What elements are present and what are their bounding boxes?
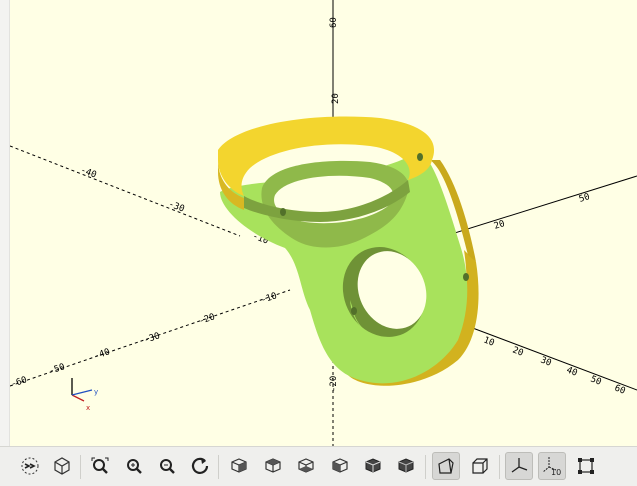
perspective-button[interactable]: [432, 452, 460, 480]
view-right-icon: [231, 458, 247, 473]
r-label-10: 10: [482, 335, 496, 348]
x-label-neg-30: -30: [167, 199, 186, 214]
perspective-icon: [438, 458, 454, 474]
y-label-20: 20: [493, 219, 506, 232]
y-label-neg-10: -10: [260, 291, 279, 306]
y-label-neg-40: -40: [93, 347, 112, 362]
x-label-neg-40: -40: [79, 165, 98, 180]
view-all-button[interactable]: [86, 452, 114, 480]
view-right-button[interactable]: [225, 452, 253, 480]
reset-view-button[interactable]: [186, 452, 214, 480]
editor-splitter[interactable]: [0, 0, 10, 446]
view-bottom-button[interactable]: [292, 452, 320, 480]
axes-icon: [511, 458, 528, 473]
y-label-neg-50: -50: [48, 362, 67, 377]
zoom-out-button[interactable]: [153, 452, 181, 480]
axis-gizmo: x y: [71, 378, 98, 412]
view-bottom-icon: [298, 458, 314, 473]
view-all-icon: [91, 457, 109, 474]
view-front-icon: [365, 458, 381, 473]
show-axes-button[interactable]: [505, 452, 533, 480]
edges-icon: [578, 458, 594, 474]
y-label-neg-60: -60: [10, 375, 29, 390]
mount-hole: [463, 273, 469, 281]
view-left-button[interactable]: [326, 452, 354, 480]
svg-text:y: y: [94, 388, 98, 396]
x-axis-positive: [469, 326, 637, 391]
orthogonal-button[interactable]: [466, 452, 494, 480]
show-edges-button[interactable]: [572, 452, 600, 480]
zoom-in-icon: [127, 459, 142, 474]
view-top-button[interactable]: [259, 452, 287, 480]
mount-hole: [280, 208, 286, 216]
zoom-out-icon: [160, 459, 175, 474]
render-icon: [21, 457, 39, 475]
view-back-icon: [398, 458, 414, 473]
z-label-20: 20: [331, 93, 341, 104]
view-left-icon: [332, 458, 348, 473]
mount-hole: [351, 307, 357, 315]
export-icon: [54, 457, 70, 475]
x-axis-negative: [9, 145, 241, 237]
svg-text:x: x: [86, 404, 90, 412]
view-front-button[interactable]: [359, 452, 387, 480]
reset-view-icon: [191, 457, 209, 474]
z-label-60: 60: [329, 17, 339, 28]
z-label-neg-20: -20: [329, 376, 339, 392]
zoom-in-button[interactable]: [120, 452, 148, 480]
y-label-neg-20: -20: [198, 312, 217, 327]
r-label-20: 20: [511, 345, 525, 358]
view-top-icon: [265, 458, 281, 473]
render-button[interactable]: [16, 452, 44, 480]
scene: 60 20 -20 50 20 20 -40 -30 -10 -10 -20 -…: [9, 0, 637, 446]
view-back-button[interactable]: [392, 452, 420, 480]
export-stl-button[interactable]: [48, 452, 76, 480]
view-toolbar: 10: [0, 446, 637, 486]
mount-hole: [417, 153, 423, 161]
scale-markers-icon: 10: [542, 457, 561, 477]
show-scale-markers-button[interactable]: 10: [538, 452, 566, 480]
y-label-50: 50: [578, 192, 591, 205]
scale-marker-label: 10: [551, 468, 561, 477]
3d-viewport[interactable]: 60 20 -20 50 20 20 -40 -30 -10 -10 -20 -…: [0, 0, 637, 446]
orthogonal-icon: [472, 458, 488, 474]
y-label-neg-30: -30: [143, 331, 162, 346]
model-bracket: [218, 116, 479, 386]
